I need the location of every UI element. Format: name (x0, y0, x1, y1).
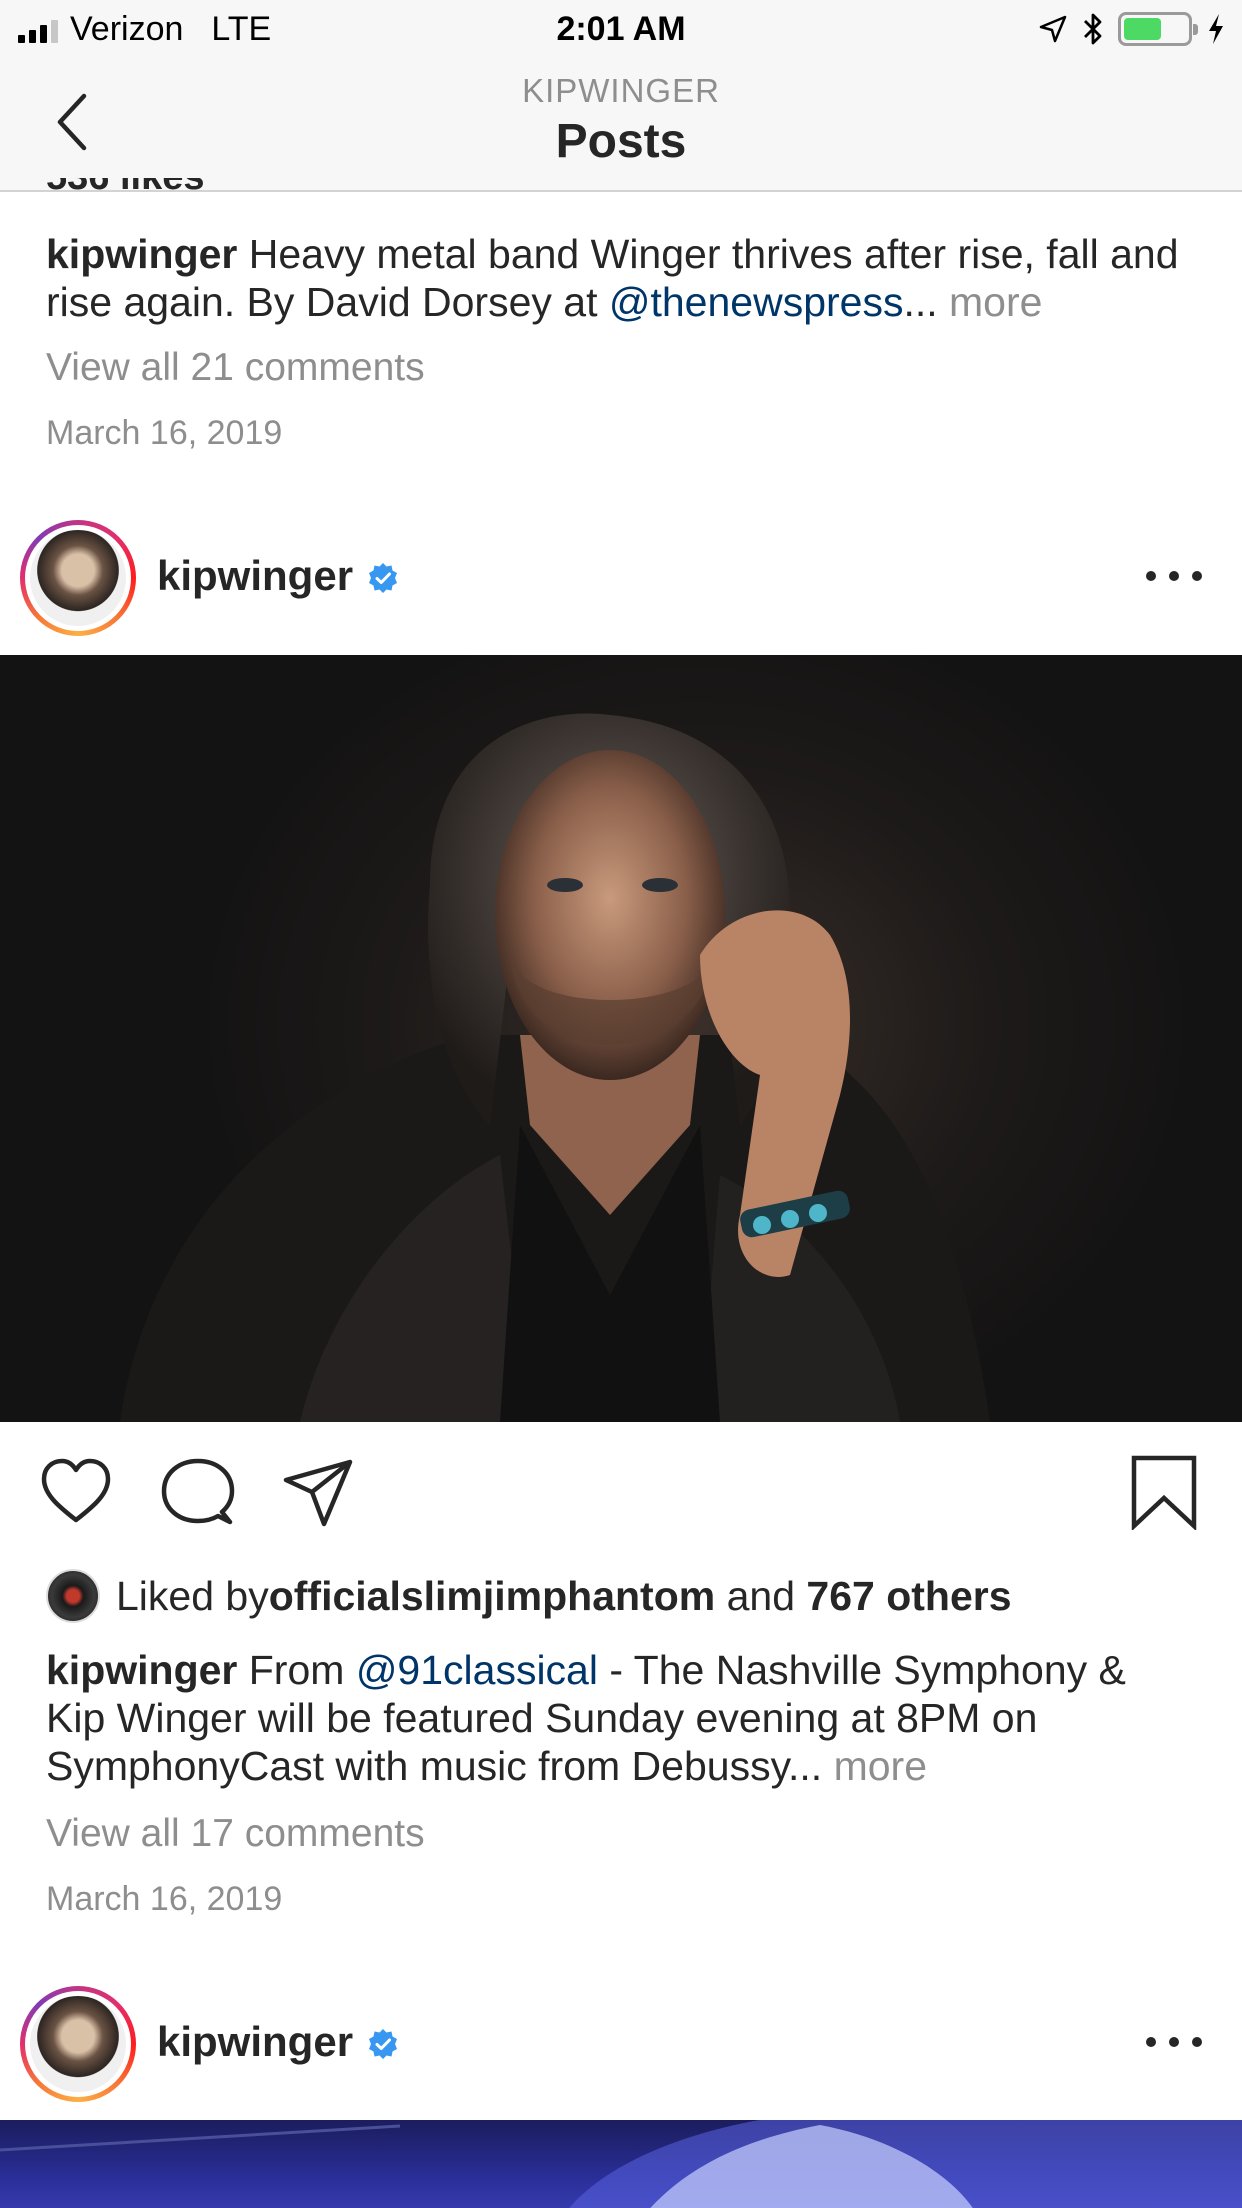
heart-icon[interactable] (38, 1454, 114, 1530)
caption-mention[interactable]: @thenewspress (609, 279, 904, 325)
bookmark-icon[interactable] (1126, 1454, 1202, 1530)
post-photo[interactable] (0, 655, 1242, 1422)
concert-image (0, 2120, 1242, 2208)
avatar[interactable] (20, 1986, 136, 2102)
liker-avatar[interactable] (46, 1569, 100, 1623)
more-options-button[interactable] (1146, 2022, 1202, 2062)
location-arrow-icon (1039, 15, 1067, 43)
caption-username[interactable]: kipwinger (46, 1647, 237, 1693)
portrait-image (120, 713, 990, 1422)
more-dots-icon (1146, 2037, 1156, 2047)
verified-badge-icon (369, 563, 397, 593)
caption-ellipsis: ... (903, 279, 938, 325)
caption-mention[interactable]: @91classical (356, 1647, 598, 1693)
post-date: March 16, 2019 (46, 1880, 283, 1918)
post-username[interactable]: kipwinger (157, 2018, 353, 2066)
liked-by-and: and (715, 1572, 807, 1619)
profile-subtitle: KIPWINGER (522, 72, 720, 109)
post-caption: kipwinger From @91classical - The Nashvi… (46, 1646, 1196, 1790)
more-link[interactable]: more (938, 279, 1042, 325)
caption-text: From (237, 1647, 356, 1693)
post-username[interactable]: kipwinger (157, 552, 353, 600)
page-title: Posts (555, 115, 687, 168)
more-options-button[interactable] (1146, 556, 1202, 596)
view-comments-link[interactable]: View all 21 comments (46, 346, 425, 390)
post-date: March 16, 2019 (46, 414, 283, 452)
caption-username[interactable]: kipwinger (46, 231, 237, 277)
comment-icon[interactable] (160, 1454, 236, 1530)
bluetooth-icon (1084, 13, 1102, 45)
liked-by-user[interactable]: officialslimjimphantom (269, 1573, 716, 1620)
liked-by-prefix: Liked by (116, 1572, 269, 1619)
battery-icon (1118, 12, 1198, 46)
verified-badge-icon (369, 2029, 397, 2059)
status-bar: Verizon LTE 2:01 AM (0, 0, 1242, 60)
post-header: kipwinger (0, 516, 1242, 636)
liked-by-others[interactable]: 767 others (806, 1573, 1011, 1620)
avatar[interactable] (20, 520, 136, 636)
post-photo[interactable] (0, 2120, 1242, 2208)
status-right (1038, 12, 1226, 46)
view-comments-link[interactable]: View all 17 comments (46, 1812, 425, 1856)
nav-bar: KIPWINGER Posts (0, 60, 1242, 192)
share-icon[interactable] (280, 1454, 356, 1530)
more-link[interactable]: more (822, 1743, 927, 1789)
charging-bolt-icon (1209, 14, 1223, 44)
more-dots-icon (1146, 571, 1156, 581)
liked-by[interactable]: Liked by officialslimjimphantom and 767 … (46, 1566, 1012, 1626)
post-header: kipwinger (0, 1982, 1242, 2102)
post-caption: kipwinger Heavy metal band Winger thrive… (46, 230, 1196, 326)
post-actions (0, 1422, 1242, 1542)
